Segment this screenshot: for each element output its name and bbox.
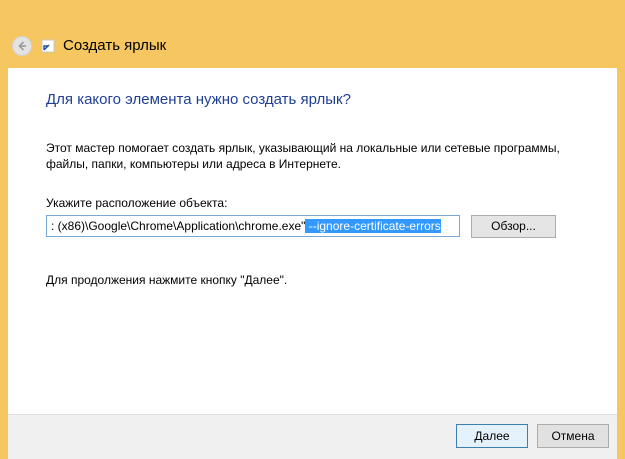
page-heading: Для какого элемента нужно создать ярлык? xyxy=(46,91,351,108)
location-input-text: : (x86)\Google\Chrome\Application\chrome… xyxy=(51,219,306,233)
wizard-content: Для какого элемента нужно создать ярлык?… xyxy=(8,68,617,414)
location-input[interactable]: : (x86)\Google\Chrome\Application\chrome… xyxy=(46,215,460,237)
create-shortcut-window: Создать ярлык Для какого элемента нужно … xyxy=(0,0,625,459)
cancel-button[interactable]: Отмена xyxy=(537,424,609,448)
wizard-footer: Далее Отмена xyxy=(8,414,617,459)
browse-button[interactable]: Обзор... xyxy=(471,215,556,238)
back-button[interactable] xyxy=(12,36,32,56)
location-input-selected-text: --ignore-certificate-errors xyxy=(305,219,441,233)
location-label: Укажите расположение объекта: xyxy=(46,196,228,210)
window-title: Создать ярлык xyxy=(63,37,167,54)
title-bar: Создать ярлык xyxy=(0,22,625,68)
continue-hint: Для продолжения нажмите кнопку "Далее". xyxy=(46,273,288,287)
back-arrow-icon xyxy=(18,41,26,51)
next-button[interactable]: Далее xyxy=(456,424,528,448)
wizard-description: Этот мастер помогает создать ярлык, указ… xyxy=(46,141,560,171)
shortcut-icon xyxy=(41,39,55,53)
close-button-area[interactable] xyxy=(585,0,625,18)
